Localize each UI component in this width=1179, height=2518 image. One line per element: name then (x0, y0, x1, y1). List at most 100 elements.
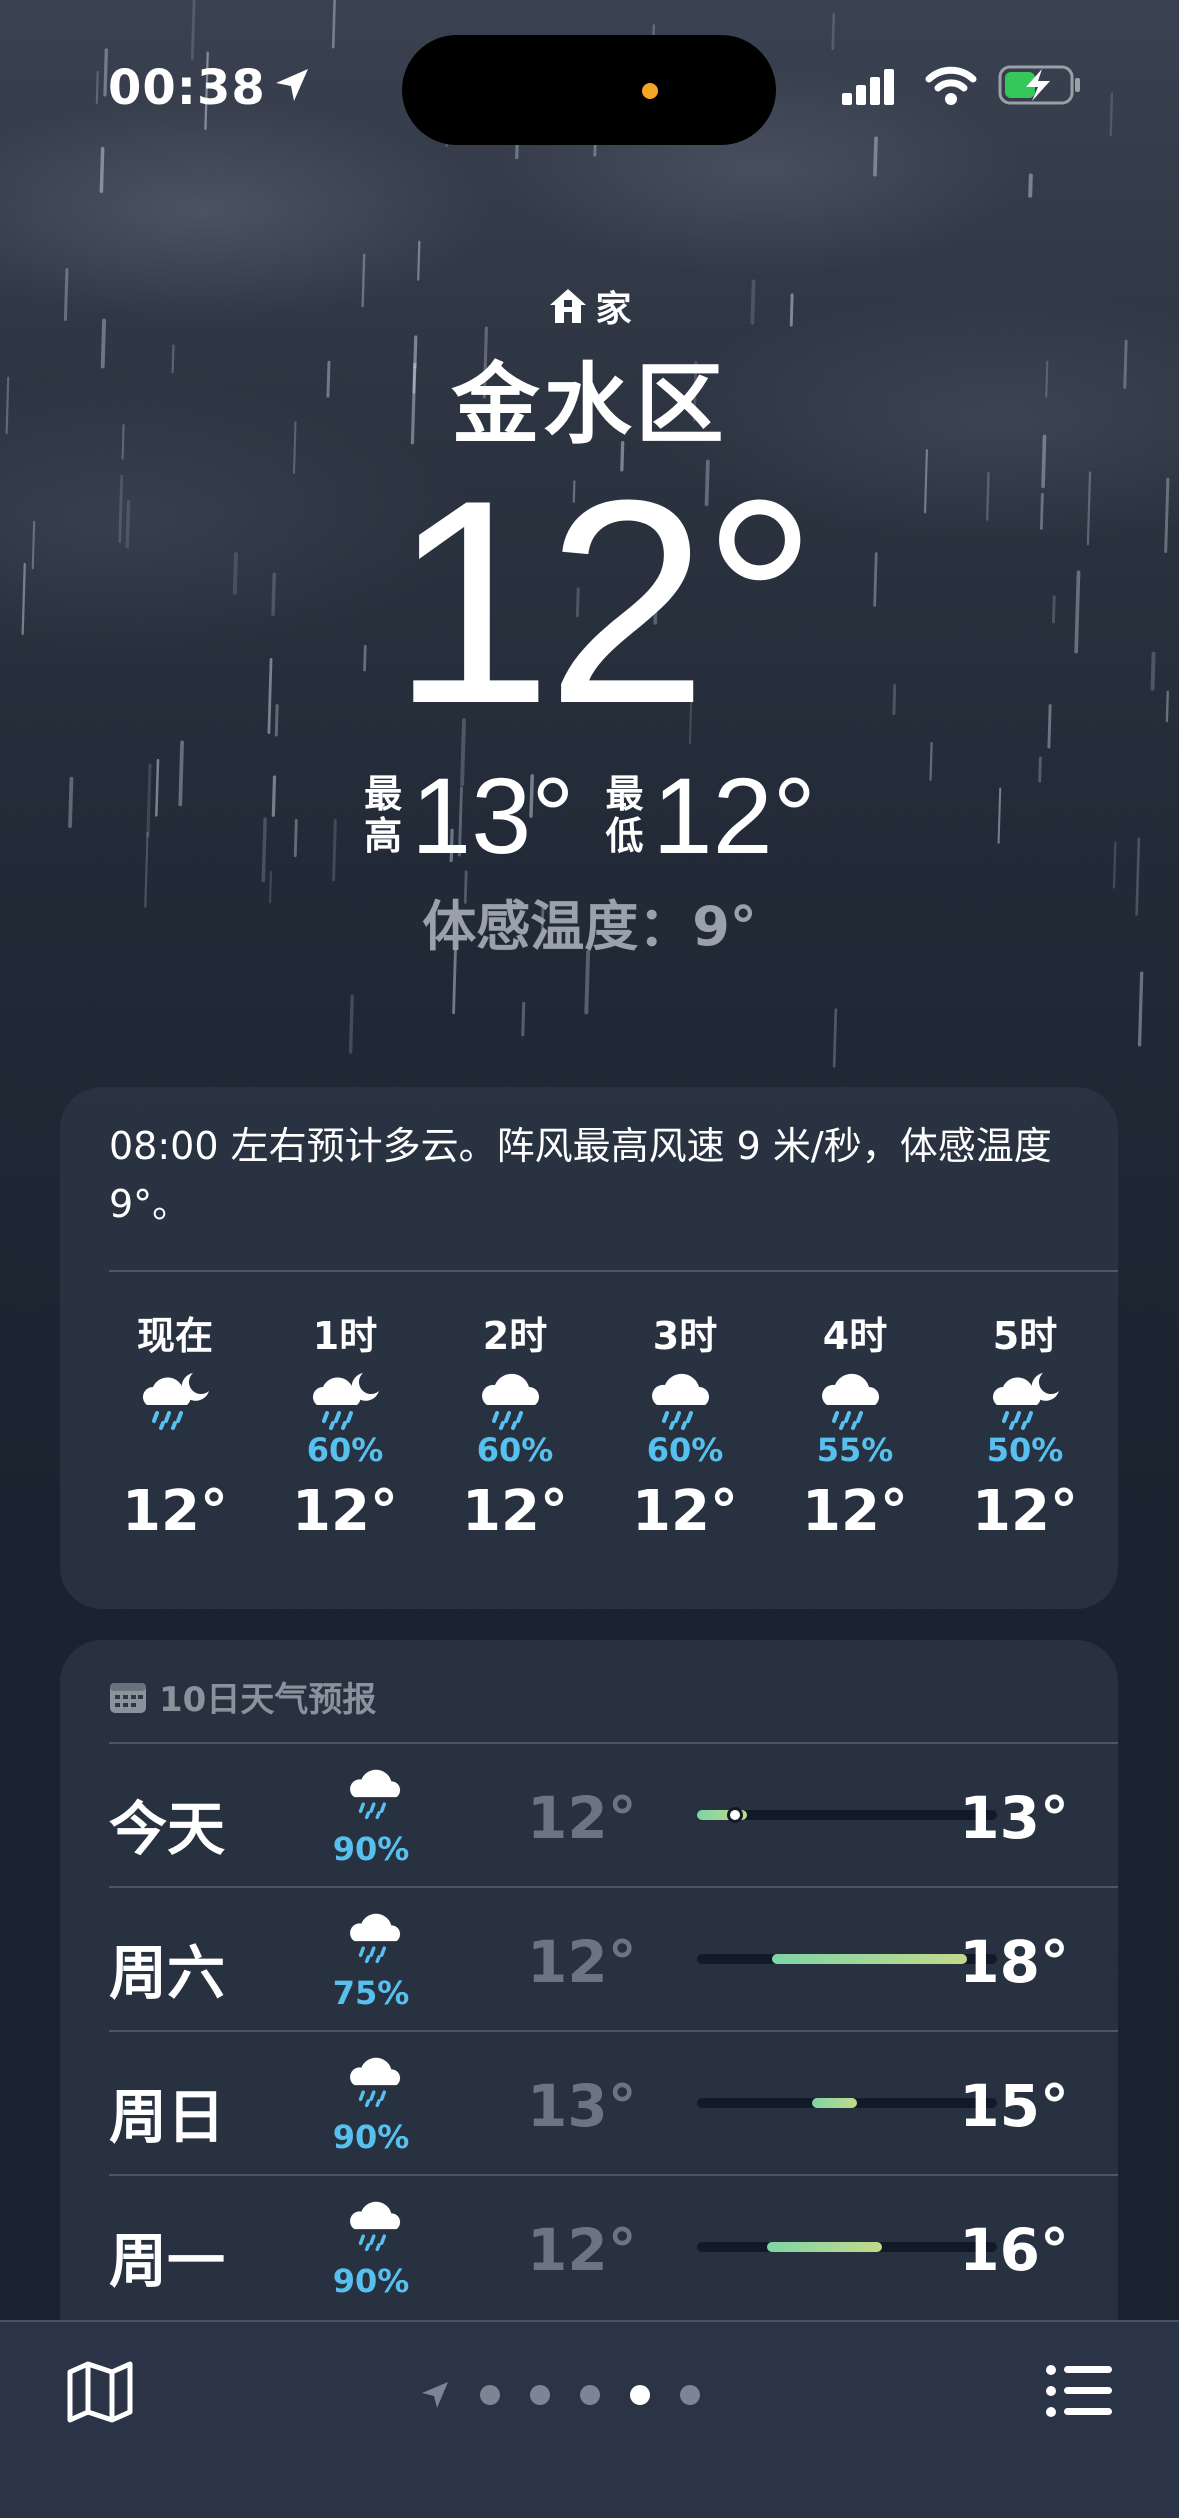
ten-day-title: 10日天气预报 (159, 1680, 377, 1720)
status-time: 00:38 (108, 60, 266, 116)
high-temperature: 18° (959, 1928, 1069, 1996)
precip-chance: 55% (816, 1431, 894, 1469)
hour-icon-wrap (473, 1365, 557, 1431)
page-dot[interactable] (530, 2385, 550, 2405)
day-label: 周日 (109, 2083, 226, 2151)
card-divider (109, 1270, 1118, 1272)
cloud-moon-rain-icon (313, 1373, 379, 1430)
hour-label: 3时 (652, 1314, 718, 1358)
page-dot[interactable] (680, 2385, 700, 2405)
cloud-moon-rain-icon (143, 1373, 209, 1430)
hour-label: 1时 (312, 1314, 378, 1358)
forecast-summary: 08:00 左右预计多云。阵风最高风速 9 米/秒，体感温度 9°。 (109, 1124, 1052, 1226)
hour-label: 5时 (992, 1314, 1058, 1358)
hourly-item[interactable]: 2时 60% 12° (430, 1305, 600, 1544)
precip-chance: 90% (332, 2262, 410, 2300)
home-label: 家 (595, 289, 632, 330)
rain-streak (190, 0, 196, 60)
status-bar: 00:38 (0, 35, 1179, 145)
feels-like: 体感温度：9° (422, 895, 757, 958)
daily-row[interactable]: 今天 90% 12° 13° (109, 1742, 1069, 1886)
daily-row[interactable]: 周六 75% 12° 18° (109, 1886, 1069, 2030)
battery-icon (998, 65, 1080, 105)
rain-streak (331, 0, 336, 49)
cloud-rain-icon (482, 1373, 539, 1430)
low-temp-group: 最 低 12° (605, 753, 815, 878)
current-location-page-icon[interactable] (420, 2380, 450, 2410)
bottom-toolbar (0, 2320, 1179, 2518)
hour-icon-wrap (133, 1365, 217, 1431)
rain-streak (1028, 173, 1033, 198)
precip-chance: 60% (306, 1431, 384, 1469)
hourly-item[interactable]: 现在 12° (90, 1305, 260, 1544)
hour-icon-wrap (813, 1365, 897, 1431)
high-temperature: 13° (411, 755, 575, 876)
precip-chance: 75% (332, 1974, 410, 2012)
dynamic-island (402, 35, 776, 145)
location-arrow-icon (276, 69, 308, 101)
hour-temperature: 12° (122, 1479, 228, 1544)
home-icon (550, 289, 587, 323)
current-temp-dot (727, 1807, 743, 1823)
day-label: 今天 (109, 1795, 226, 1863)
high-label: 最 高 (363, 771, 403, 858)
hourly-item[interactable]: 3时 60% 12° (600, 1305, 770, 1544)
hourly-item[interactable]: 5时 50% 12° (940, 1305, 1110, 1544)
temperature-range-bar (697, 2242, 997, 2252)
day-label: 周六 (109, 1939, 226, 2007)
hour-icon-wrap (303, 1365, 387, 1431)
temperature-range-fill (767, 2242, 882, 2252)
rain-streak (873, 136, 878, 177)
rain-streak (99, 146, 105, 194)
hour-temperature: 12° (972, 1479, 1078, 1544)
privacy-indicator (642, 83, 658, 99)
cloud-rain-icon (350, 2201, 401, 2252)
temperature-range-fill (812, 2098, 857, 2108)
calendar-icon (110, 1682, 146, 1713)
hour-temperature: 12° (292, 1479, 398, 1544)
ten-day-forecast-card[interactable]: 10日天气预报 今天 90% 12° 13° 周六 75% 12° 18° 周日 90% 13° 15… (60, 1640, 1118, 2320)
cloud-rain-icon (652, 1373, 709, 1430)
high-temperature: 13° (959, 1784, 1069, 1852)
page-dot[interactable] (630, 2385, 650, 2405)
rain-streak (832, 1008, 838, 1068)
low-temperature: 12° (527, 1928, 637, 1996)
high-label-char-2: 高 (364, 813, 403, 858)
hourly-list[interactable]: 现在 12° 1时 60% 12° 2时 60% 12° 3时 60% 12° 4时 55% 12° 5时 5… (90, 1305, 1110, 1544)
map-icon[interactable] (66, 2360, 134, 2424)
high-temp-group: 最 高 13° (363, 753, 574, 878)
hourly-item[interactable]: 1时 60% 12° (260, 1305, 430, 1544)
cloud-rain-icon (822, 1373, 879, 1430)
low-temperature: 12° (527, 1784, 637, 1852)
rain-streak (831, 12, 836, 51)
temperature-range-bar (697, 1954, 997, 1964)
hour-icon-wrap (643, 1365, 727, 1431)
high-label-char-1: 最 (364, 771, 403, 816)
low-temperature: 12° (527, 2216, 637, 2284)
hour-icon-wrap (983, 1365, 1067, 1431)
page-dot[interactable] (480, 2385, 500, 2405)
cloud-rain-icon (350, 1913, 401, 1964)
hour-temperature: 12° (802, 1479, 908, 1544)
day-icon-wrap (337, 2194, 421, 2256)
wifi-icon (925, 66, 977, 105)
daily-row[interactable]: 周日 90% 13° 15° (109, 2030, 1069, 2174)
ten-day-header: 10日天气预报 (109, 1672, 376, 1721)
low-temperature: 13° (527, 2072, 637, 2140)
precip-chance: 50% (986, 1431, 1064, 1469)
page-dot[interactable] (580, 2385, 600, 2405)
hourly-item[interactable]: 4时 55% 12° (770, 1305, 940, 1544)
hour-label: 现在 (136, 1314, 213, 1358)
rain-streak (348, 994, 354, 1054)
current-temperature: 12° (391, 440, 818, 764)
hour-temperature: 12° (462, 1479, 568, 1544)
high-temperature: 15° (959, 2072, 1069, 2140)
precip-chance: 90% (332, 1830, 410, 1868)
page-indicator[interactable] (420, 2380, 700, 2410)
daily-row[interactable]: 周一 90% 12° 16° (109, 2174, 1069, 2318)
temperature-range-bar (697, 1807, 997, 1823)
low-label-char-2: 低 (605, 813, 644, 858)
rain-streak (417, 240, 421, 281)
hourly-forecast-card[interactable]: 08:00 左右预计多云。阵风最高风速 9 米/秒，体感温度 9°。 现在 12°… (60, 1087, 1118, 1609)
list-icon[interactable] (1046, 2364, 1112, 2418)
